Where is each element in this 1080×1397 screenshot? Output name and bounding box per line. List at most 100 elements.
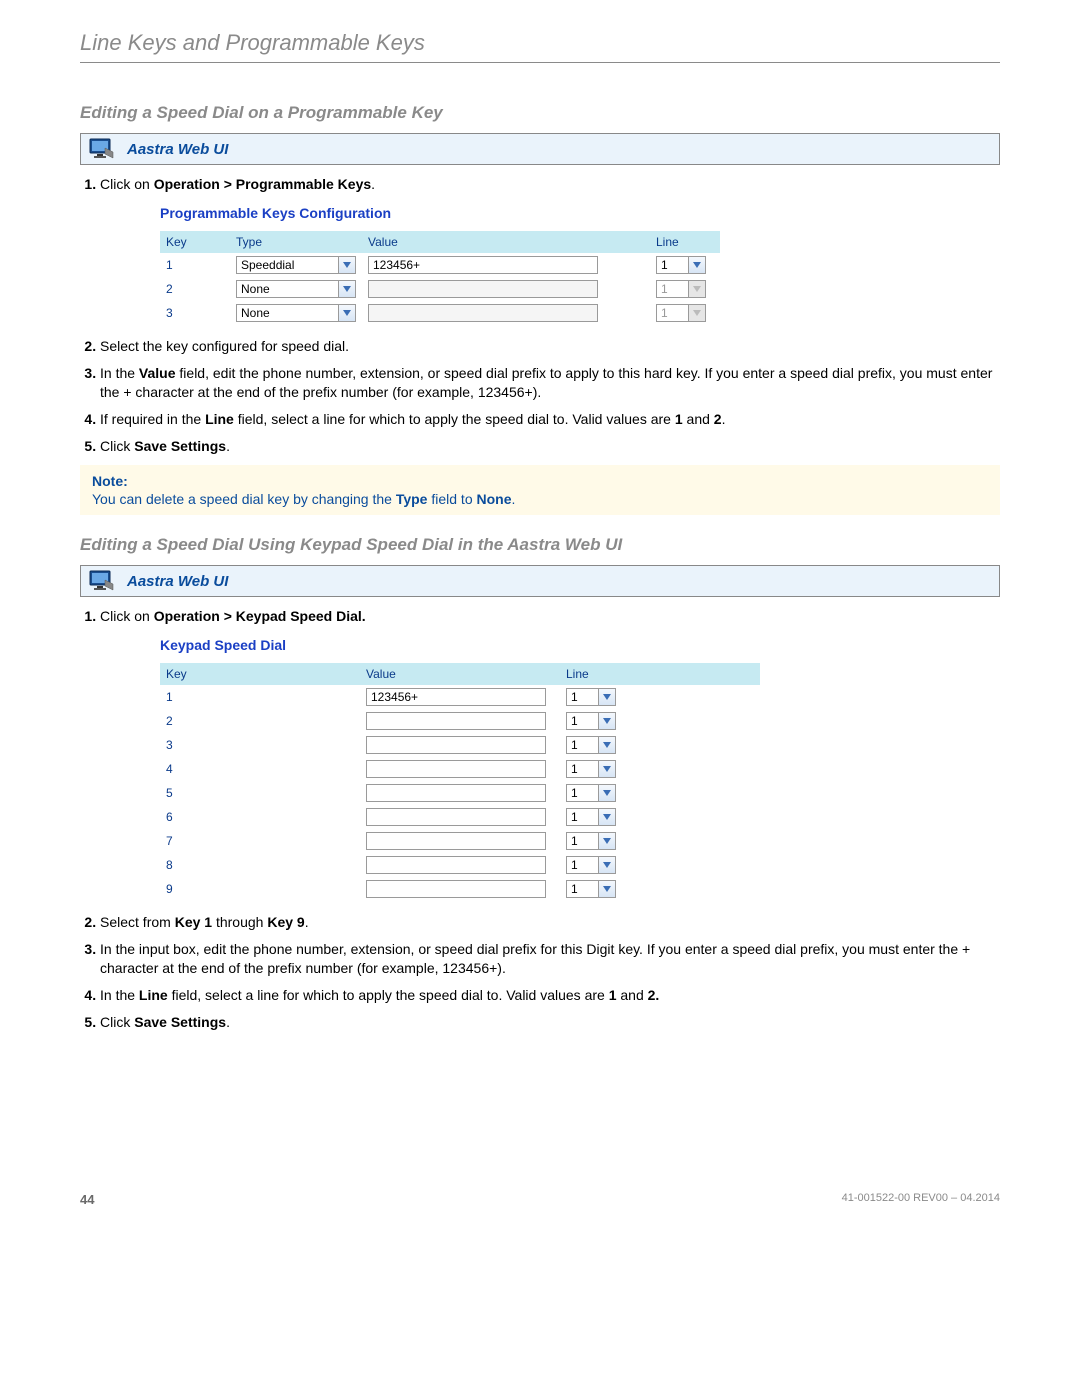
table-row: 2 None 1 xyxy=(160,277,720,301)
value-input[interactable] xyxy=(366,688,546,706)
text: field to xyxy=(427,491,476,507)
chevron-down-icon xyxy=(598,809,615,825)
text: Value xyxy=(139,365,176,381)
monitor-icon xyxy=(89,138,115,160)
text: 2. xyxy=(648,987,660,1003)
col-line: Line xyxy=(650,231,720,253)
select[interactable]: 1 xyxy=(566,808,616,826)
section-heading: Editing a Speed Dial on a Programmable K… xyxy=(80,103,1000,123)
cell-key: 8 xyxy=(160,853,360,877)
select-value: None xyxy=(241,305,338,321)
select[interactable]: None xyxy=(236,280,356,298)
value-input[interactable] xyxy=(366,880,546,898)
value-input[interactable] xyxy=(366,832,546,850)
select-value: Speeddial xyxy=(241,257,338,273)
table-row: 31 xyxy=(160,733,760,757)
select-value: 1 xyxy=(571,785,598,801)
cell-key: 1 xyxy=(160,685,360,709)
select-value: 1 xyxy=(661,305,688,321)
table-row: 61 xyxy=(160,805,760,829)
chevron-down-icon xyxy=(338,257,355,273)
page-number: 44 xyxy=(80,1192,94,1207)
text: In the xyxy=(100,987,139,1003)
cell-key: 3 xyxy=(160,301,230,325)
select[interactable]: Speeddial xyxy=(236,256,356,274)
value-input[interactable] xyxy=(368,256,598,274)
chevron-down-icon xyxy=(598,737,615,753)
step-item: Click Save Settings. xyxy=(100,437,1000,456)
step-item: If required in the Line field, select a … xyxy=(100,410,1000,429)
text: Click on xyxy=(100,608,154,624)
select[interactable]: 1 xyxy=(566,736,616,754)
select[interactable]: None xyxy=(236,304,356,322)
monitor-icon xyxy=(89,570,115,592)
select-value: 1 xyxy=(571,761,598,777)
text: . xyxy=(722,411,726,427)
screenshot-prog-keys: Programmable Keys Configuration Key Type… xyxy=(160,200,720,327)
select[interactable]: 1 xyxy=(566,712,616,730)
value-input[interactable] xyxy=(366,736,546,754)
webui-label: Aastra Web UI xyxy=(127,573,228,590)
select[interactable]: 1 xyxy=(566,784,616,802)
screenshot-keypad-sd: Keypad Speed Dial Key Value Line 1121314… xyxy=(160,632,760,903)
nav-path: Operation > Programmable Keys xyxy=(154,176,371,192)
select[interactable]: 1 xyxy=(656,256,706,274)
keypad-sd-table: Key Value Line 112131415161718191 xyxy=(160,663,760,901)
text: field, select a line for which to apply … xyxy=(168,987,609,1003)
doc-id: 41-001522-00 REV00 – 04.2014 xyxy=(842,1192,1000,1207)
select[interactable]: 1 xyxy=(566,760,616,778)
col-value: Value xyxy=(360,663,560,685)
text: Click on xyxy=(100,176,154,192)
text: In the xyxy=(100,365,139,381)
value-input[interactable] xyxy=(366,712,546,730)
step-item: Select the key configured for speed dial… xyxy=(100,337,1000,356)
select-disabled: 1 xyxy=(656,280,706,298)
col-value: Value xyxy=(362,231,650,253)
nav-path: Operation > Keypad Speed Dial. xyxy=(154,608,366,624)
value-input[interactable] xyxy=(366,808,546,826)
text: through xyxy=(212,914,267,930)
cell-key: 4 xyxy=(160,757,360,781)
value-input[interactable] xyxy=(366,856,546,874)
prog-keys-table: Key Type Value Line 1Speeddial12None13No… xyxy=(160,231,720,325)
cell-key: 3 xyxy=(160,733,360,757)
webui-label: Aastra Web UI xyxy=(127,141,228,158)
text: and xyxy=(617,987,648,1003)
select-value: 1 xyxy=(661,257,688,273)
select-value: None xyxy=(241,281,338,297)
text: . xyxy=(226,438,230,454)
select[interactable]: 1 xyxy=(566,832,616,850)
select[interactable]: 1 xyxy=(566,856,616,874)
steps-list-1: Click on Operation > Programmable Keys. … xyxy=(80,175,1000,455)
select[interactable]: 1 xyxy=(566,880,616,898)
chapter-title: Line Keys and Programmable Keys xyxy=(80,30,1000,63)
cell-key: 1 xyxy=(160,253,230,277)
step-item: Click on Operation > Keypad Speed Dial. … xyxy=(100,607,1000,903)
value-input[interactable] xyxy=(366,760,546,778)
text: field, edit the phone number, extension,… xyxy=(100,365,992,400)
note-title: Note: xyxy=(92,473,988,489)
cell-key: 2 xyxy=(160,709,360,733)
select-value: 1 xyxy=(571,809,598,825)
chevron-down-icon xyxy=(688,257,705,273)
chevron-down-icon xyxy=(598,761,615,777)
page-footer: 44 41-001522-00 REV00 – 04.2014 xyxy=(80,1192,1000,1207)
steps-list-2: Click on Operation > Keypad Speed Dial. … xyxy=(80,607,1000,1031)
section-heading: Editing a Speed Dial Using Keypad Speed … xyxy=(80,535,1000,555)
chevron-down-icon xyxy=(338,305,355,321)
note-box: Note: You can delete a speed dial key by… xyxy=(80,465,1000,515)
select[interactable]: 1 xyxy=(566,688,616,706)
step-item: In the input box, edit the phone number,… xyxy=(100,940,1000,978)
value-input[interactable] xyxy=(366,784,546,802)
screenshot-title: Programmable Keys Configuration xyxy=(160,204,720,223)
step-item: Click Save Settings. xyxy=(100,1013,1000,1032)
cell-key: 6 xyxy=(160,805,360,829)
cell-key: 2 xyxy=(160,277,230,301)
chevron-down-icon xyxy=(598,857,615,873)
select-value: 1 xyxy=(571,689,598,705)
text: . xyxy=(512,491,516,507)
table-row: 21 xyxy=(160,709,760,733)
table-row: 81 xyxy=(160,853,760,877)
text: . xyxy=(226,1014,230,1030)
select-disabled: 1 xyxy=(656,304,706,322)
